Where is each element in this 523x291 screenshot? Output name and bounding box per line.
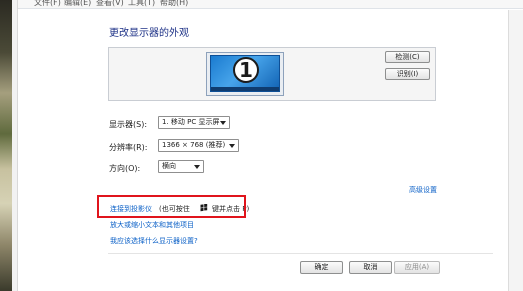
menu-file[interactable]: 文件(F): [34, 0, 61, 8]
orientation-select[interactable]: 横向: [158, 160, 204, 173]
menu-tools[interactable]: 工具(T): [128, 0, 155, 8]
ok-button[interactable]: 确定: [300, 261, 343, 274]
footer-divider: [108, 253, 493, 254]
resolution-label: 分辨率(R):: [109, 143, 148, 152]
page-title: 更改显示器的外观: [109, 28, 189, 39]
menu-help[interactable]: 帮助(H): [160, 0, 188, 8]
cancel-button[interactable]: 取消: [349, 261, 392, 274]
identify-button[interactable]: 识别(I): [385, 68, 430, 80]
display-help-link[interactable]: 我应该选择什么显示器设置?: [110, 236, 198, 246]
chevron-down-icon: [229, 144, 235, 148]
resolution-select-value: 1366 × 768 (推荐): [162, 141, 226, 149]
advanced-settings-link[interactable]: 高级设置: [409, 185, 437, 195]
detect-button[interactable]: 检测(C): [385, 51, 430, 63]
menu-edit[interactable]: 编辑(E): [64, 0, 91, 8]
monitor-number-badge: 1: [233, 57, 259, 83]
highlight-box: [97, 195, 246, 218]
monitor-taskbar: [211, 87, 279, 91]
apply-button[interactable]: 应用(A): [394, 261, 440, 274]
menu-bar: 文件(F) 编辑(E) 查看(V) 工具(T) 帮助(H): [18, 0, 523, 9]
resolution-select[interactable]: 1366 × 768 (推荐): [158, 139, 239, 152]
desktop-wallpaper-edge: [0, 0, 12, 291]
window-right-border: [508, 10, 523, 291]
display-label: 显示器(S):: [109, 120, 148, 129]
orientation-label: 方向(O):: [109, 164, 141, 173]
display-select[interactable]: 1. 移动 PC 显示屏: [158, 116, 230, 129]
chevron-down-icon: [220, 121, 226, 125]
text-size-link[interactable]: 放大或缩小文本和其他项目: [110, 220, 194, 230]
display-select-value: 1. 移动 PC 显示屏: [162, 118, 220, 126]
orientation-select-value: 横向: [162, 162, 176, 170]
menu-view[interactable]: 查看(V): [96, 0, 124, 8]
chevron-down-icon: [194, 165, 200, 169]
